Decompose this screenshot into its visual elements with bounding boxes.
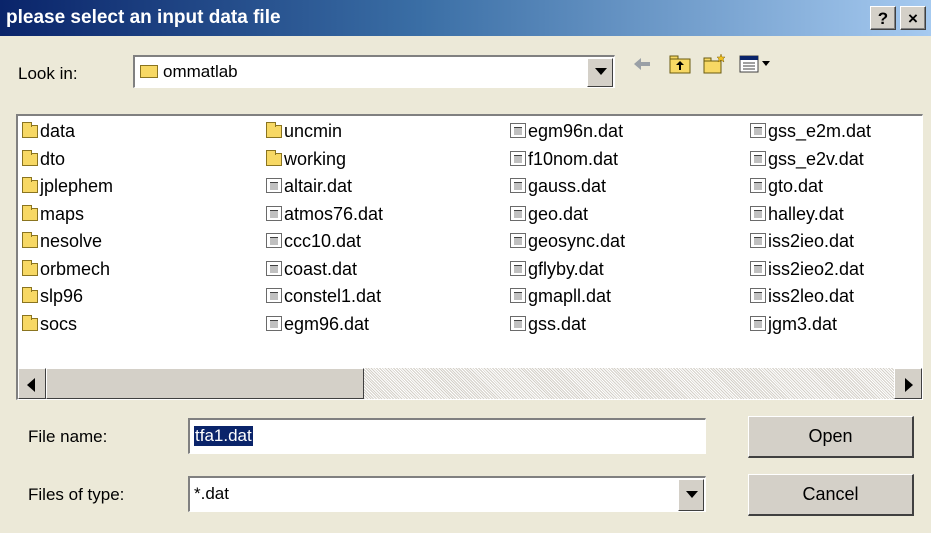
horizontal-scrollbar[interactable] (18, 368, 922, 399)
item-name: geosync.dat (528, 231, 626, 251)
dat-file-icon (750, 315, 766, 331)
chevron-down-icon (595, 68, 607, 75)
look-in-label: Look in: (18, 64, 78, 83)
folder-icon (266, 149, 282, 166)
item-name: iss2ieo.dat (768, 231, 855, 251)
item-name: gmapll.dat (528, 286, 612, 306)
item-name: ccc10.dat (284, 231, 362, 251)
item-name: gauss.dat (528, 176, 607, 196)
folder-icon (22, 259, 38, 276)
dat-file-icon (266, 260, 282, 276)
folder-icon (22, 287, 38, 303)
item-name: slp96 (40, 286, 84, 306)
item-name: data (40, 121, 76, 141)
item-name: atmos76.dat (284, 203, 384, 224)
item-name: nesolve (40, 231, 103, 251)
dat-file-icon (510, 233, 526, 248)
item-name: jplephem (40, 176, 114, 196)
dat-file-icon (750, 205, 766, 221)
scroll-left-button[interactable] (18, 368, 46, 399)
scroll-thumb[interactable] (46, 368, 364, 399)
files-of-type-combobox[interactable]: *.dat (188, 476, 706, 512)
arrow-right-icon (905, 378, 913, 392)
item-name: halley.dat (768, 203, 844, 224)
dat-file-icon (750, 123, 766, 138)
help-button[interactable]: ? (870, 6, 896, 30)
file-name-value: tfa1.dat (194, 426, 253, 446)
item-name: gflyby.dat (528, 258, 604, 279)
dat-file-icon (510, 205, 526, 221)
folder-icon (266, 122, 282, 138)
dat-file-icon (750, 260, 766, 276)
item-name: iss2ieo2.dat (768, 258, 865, 279)
item-name: uncmin (284, 121, 343, 141)
dat-file-icon (266, 178, 282, 193)
folder-icon (22, 149, 38, 166)
title-bar[interactable]: please select an input data file ? × (0, 0, 931, 36)
dat-file-icon (266, 205, 282, 221)
dat-file-icon (510, 150, 526, 166)
dat-file-icon (266, 288, 282, 303)
item-name: egm96n.dat (528, 121, 624, 141)
item-name: socs (40, 313, 78, 334)
item-name: dto (40, 148, 66, 169)
view-menu-icon[interactable] (738, 52, 774, 76)
up-one-level-icon[interactable] (668, 52, 692, 76)
file-name-label: File name: (28, 427, 108, 446)
folder-icon (140, 65, 158, 78)
new-folder-icon[interactable] (702, 52, 726, 76)
dat-file-icon (750, 233, 766, 248)
item-name: altair.dat (284, 176, 353, 196)
folder-icon (22, 314, 38, 331)
folder-icon (22, 122, 38, 138)
item-name: iss2leo.dat (768, 286, 855, 306)
chevron-down-icon (686, 491, 698, 498)
dat-file-icon (510, 288, 526, 303)
item-name: f10nom.dat (528, 148, 619, 169)
file-name-input[interactable]: tfa1.dat (188, 418, 706, 454)
look-in-value: ommatlab (163, 62, 238, 81)
item-name: working (284, 148, 347, 169)
file-open-dialog: please select an input data file ? × Loo… (0, 0, 931, 533)
item-name: orbmech (40, 258, 111, 279)
dat-file-icon (510, 260, 526, 276)
dat-file-icon (510, 178, 526, 193)
item-name: maps (40, 203, 85, 224)
dat-file-icon (266, 315, 282, 331)
files-of-type-dropdown-button[interactable] (678, 479, 704, 511)
folder-icon (22, 204, 38, 221)
dat-file-icon (750, 150, 766, 166)
look-in-combobox[interactable]: ommatlab (133, 55, 615, 88)
item-name: geo.dat (528, 203, 589, 224)
item-name: gss_e2v.dat (768, 148, 864, 169)
scroll-right-button[interactable] (894, 368, 922, 399)
arrow-left-icon (27, 378, 35, 392)
files-of-type-label: Files of type: (28, 485, 125, 504)
file-list[interactable]: data dto jplephem maps nesolve orbmech slp96 so… (16, 114, 923, 400)
cancel-button[interactable]: Cancel (748, 474, 914, 516)
dat-file-icon (750, 178, 766, 193)
dat-file-icon (750, 288, 766, 303)
dat-file-icon (510, 315, 526, 331)
window-title: please select an input data file (6, 7, 281, 28)
dat-file-icon (510, 123, 526, 138)
open-button[interactable]: Open (748, 416, 914, 458)
item-name: egm96.dat (284, 313, 370, 334)
item-name: gss_e2m.dat (768, 121, 872, 141)
files-of-type-value: *.dat (194, 484, 229, 503)
look-in-dropdown-button[interactable] (587, 58, 613, 87)
back-arrow-icon[interactable] (630, 52, 654, 76)
item-name: gss.dat (528, 313, 587, 334)
item-name: gto.dat (768, 176, 824, 196)
folder-icon (22, 232, 38, 248)
item-name: coast.dat (284, 258, 358, 279)
folder-icon (22, 177, 38, 193)
item-name: jgm3.dat (768, 313, 838, 334)
dat-file-icon (266, 233, 282, 248)
item-name: constel1.dat (284, 286, 382, 306)
close-button[interactable]: × (900, 6, 926, 30)
